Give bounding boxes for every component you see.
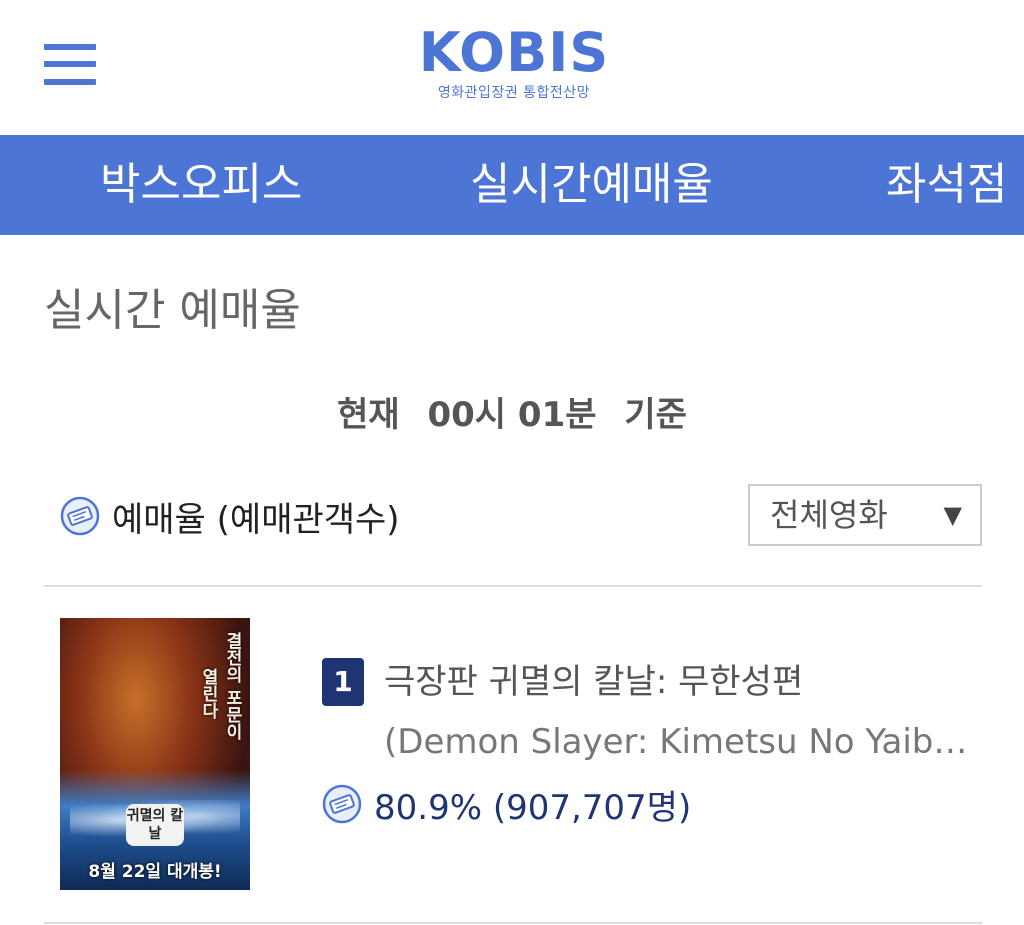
time-suffix: 기준 — [624, 395, 687, 435]
reference-time: 현재 00시 01분 기준 — [0, 390, 1024, 440]
nav-item-box-office[interactable]: 박스오피스 — [100, 135, 302, 235]
app-header: KOBIS 영화관입장권 통합전산망 — [0, 0, 1024, 135]
divider — [44, 922, 982, 924]
poster-tagline-2: 열린다 — [198, 668, 218, 719]
reservation-rate-value: 80.9% (907,707명) — [374, 787, 692, 828]
movie-filter-select[interactable]: 전체영화 ▼ — [748, 484, 982, 546]
ticket-icon — [60, 496, 100, 536]
main-nav: 박스오피스 실시간예매율 좌석점 — [0, 135, 1024, 235]
ticket-icon — [322, 784, 362, 824]
poster-tagline-1: 결전의 포문이 — [222, 632, 242, 740]
movie-poster[interactable]: 결전의 포문이 열린다 귀멸의 칼날 8월 22일 대개봉! — [60, 618, 250, 890]
reservation-rate: 80.9% (907,707명) — [322, 778, 691, 830]
time-prefix: 현재 — [337, 395, 400, 435]
page-title: 실시간 예매율 — [44, 285, 301, 336]
poster-logo: 귀멸의 칼날 — [126, 804, 184, 846]
logo-text: KOBIS — [418, 21, 610, 84]
hamburger-menu-icon[interactable] — [44, 44, 96, 88]
nav-item-realtime-rate[interactable]: 실시간예매율 — [470, 135, 713, 235]
poster-release-date: 8월 22일 대개봉! — [88, 862, 222, 882]
movie-filter-value: 전체영화 — [770, 496, 888, 534]
rate-legend-label: 예매율 (예매관객수) — [112, 499, 400, 540]
nav-item-seat-share[interactable]: 좌석점 — [886, 135, 1007, 235]
movie-title[interactable]: 극장판 귀멸의 칼날: 무한성편 — [384, 656, 803, 708]
logo-subtitle: 영화관입장권 통합전산망 — [437, 85, 591, 101]
dropdown-arrow-icon: ▼ — [943, 501, 962, 529]
rank-badge: 1 — [322, 658, 364, 706]
time-value: 00시 01분 — [427, 395, 597, 435]
movie-list-item[interactable]: 결전의 포문이 열린다 귀멸의 칼날 8월 22일 대개봉! 1 극장판 귀멸의… — [44, 588, 982, 922]
rate-legend: 예매율 (예매관객수) — [60, 488, 400, 544]
movie-original-title: (Demon Slayer: Kimetsu No Yaiba... — [384, 722, 974, 762]
kobis-logo[interactable]: KOBIS 영화관입장권 통합전산망 — [400, 24, 628, 102]
divider — [44, 585, 982, 587]
